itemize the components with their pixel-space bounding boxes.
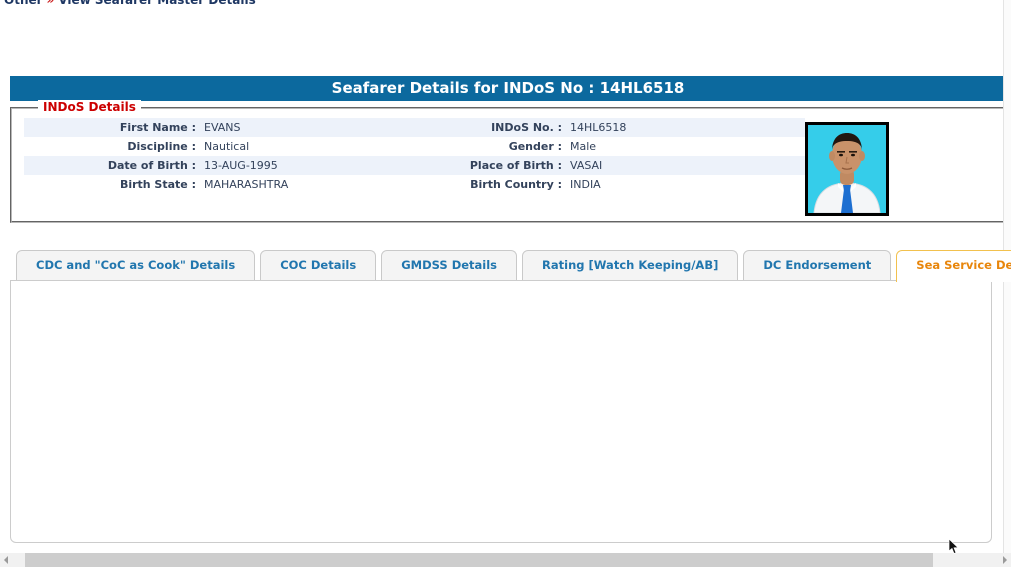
- breadcrumb-section[interactable]: Other: [4, 0, 43, 7]
- place-of-birth-label: Place of Birth :: [412, 159, 562, 172]
- scroll-right-arrow-icon[interactable]: [1003, 556, 1007, 564]
- tab-cdc-coc-as-cook-details[interactable]: CDC and "CoC as Cook" Details: [16, 250, 255, 280]
- tab-gmdss-details[interactable]: GMDSS Details: [381, 250, 517, 280]
- breadcrumb-page: View Seafarer Master Details: [58, 0, 255, 7]
- scroll-left-arrow-icon[interactable]: [4, 556, 8, 564]
- tab-dc-endorsement[interactable]: DC Endorsement: [743, 250, 891, 280]
- tab-rating-watch-keeping-ab[interactable]: Rating [Watch Keeping/AB]: [522, 250, 738, 280]
- sea-service-details-panel: [10, 280, 992, 543]
- birth-state-value: MAHARASHTRA: [196, 178, 412, 191]
- discipline-label: Discipline :: [24, 140, 196, 153]
- indos-row: Birth State : MAHARASHTRA Birth Country …: [24, 175, 805, 194]
- indos-no-value: 14HL6518: [562, 121, 805, 134]
- seafarer-photo-image: [808, 125, 886, 213]
- indos-no-label: INDoS No. :: [412, 121, 562, 134]
- gender-label: Gender :: [412, 140, 562, 153]
- first-name-label: First Name :: [24, 121, 196, 134]
- indos-details-rows: First Name : EVANS INDoS No. : 14HL6518 …: [24, 118, 805, 194]
- place-of-birth-value: VASAI: [562, 159, 805, 172]
- discipline-value: Nautical: [196, 140, 412, 153]
- tab-coc-details[interactable]: COC Details: [260, 250, 376, 280]
- first-name-value: EVANS: [196, 121, 412, 134]
- breadcrumb: Other»View Seafarer Master Details: [4, 0, 256, 7]
- breadcrumb-separator: »: [43, 0, 59, 7]
- horizontal-scrollbar[interactable]: [0, 553, 1011, 567]
- date-of-birth-value: 13-AUG-1995: [196, 159, 412, 172]
- indos-row: First Name : EVANS INDoS No. : 14HL6518: [24, 118, 805, 137]
- seafarer-photo: [805, 122, 889, 216]
- indos-details-legend: INDoS Details: [38, 100, 141, 114]
- horizontal-scrollbar-thumb[interactable]: [25, 553, 933, 567]
- birth-country-value: INDIA: [562, 178, 805, 191]
- date-of-birth-label: Date of Birth :: [24, 159, 196, 172]
- indos-row: Discipline : Nautical Gender : Male: [24, 137, 805, 156]
- indos-row: Date of Birth : 13-AUG-1995 Place of Bir…: [24, 156, 805, 175]
- page-title: Seafarer Details for INDoS No : 14HL6518: [10, 76, 1006, 101]
- gender-value: Male: [562, 140, 805, 153]
- birth-country-label: Birth Country :: [412, 178, 562, 191]
- mouse-cursor-icon: [948, 539, 960, 559]
- tab-sea-service-details[interactable]: Sea Service Details: [896, 250, 1011, 282]
- tab-strip: CDC and "CoC as Cook" Details COC Detail…: [16, 250, 1011, 282]
- birth-state-label: Birth State :: [24, 178, 196, 191]
